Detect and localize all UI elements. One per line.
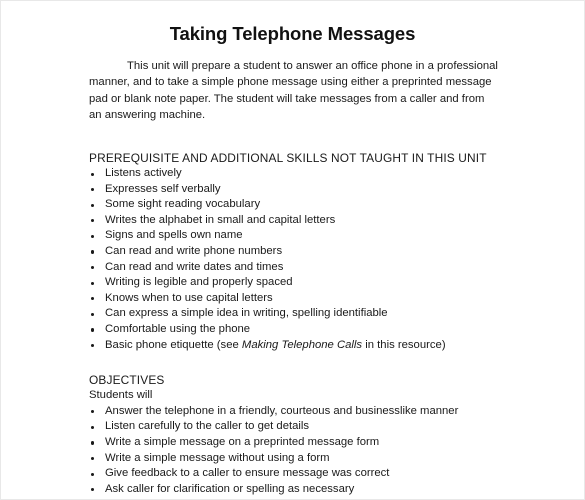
list-item: Writing is legible and properly spaced: [89, 275, 498, 291]
list-item: Answer the telephone in a friendly, cour…: [89, 404, 498, 420]
document-page: Taking Telephone Messages This unit will…: [0, 0, 585, 500]
list-item: Ask caller for clarification or spelling…: [89, 482, 498, 498]
prerequisite-skills-list: Listens actively Expresses self verbally…: [89, 166, 498, 353]
list-item: Knows when to use capital letters: [89, 291, 498, 307]
intro-paragraph: This unit will prepare a student to answ…: [89, 60, 498, 121]
list-item: Can read and write phone numbers: [89, 244, 498, 260]
reference-suffix: in this resource): [362, 338, 446, 351]
section-heading-objectives: OBJECTIVES: [89, 373, 165, 388]
list-item: Expresses self verbally: [89, 182, 498, 198]
objectives-list: Answer the telephone in a friendly, cour…: [89, 404, 498, 498]
reference-title: Making Telephone Calls: [241, 338, 363, 351]
list-item: Can express a simple idea in writing, sp…: [89, 306, 498, 322]
section-prerequisites: PREREQUISITE AND ADDITIONAL SKILLS NOT T…: [1, 150, 584, 353]
section-heading-prerequisites: PREREQUISITE AND ADDITIONAL SKILLS NOT T…: [89, 151, 487, 165]
list-item: Can read and write dates and times: [89, 260, 498, 276]
list-item: Give feedback to a caller to ensure mess…: [89, 466, 498, 482]
objectives-subnote: Students will: [89, 389, 153, 402]
section-objectives: OBJECTIVES Students will Answer the tele…: [1, 372, 584, 497]
list-item: Some sight reading vocabulary: [89, 197, 498, 213]
list-item: Comfortable using the phone: [89, 322, 498, 338]
list-item: Listens actively: [89, 166, 498, 182]
list-item: Write a simple message without using a f…: [89, 451, 498, 467]
list-item: Writes the alphabet in small and capital…: [89, 213, 498, 229]
reference-prefix: Basic phone etiquette (see: [105, 338, 242, 351]
list-item: Listen carefully to the caller to get de…: [89, 419, 498, 435]
list-item: Signs and spells own name: [89, 228, 498, 244]
list-item-with-reference: Basic phone etiquette (see Making Teleph…: [89, 338, 498, 354]
list-item: Write a simple message on a preprinted m…: [89, 435, 498, 451]
page-title: Taking Telephone Messages: [169, 23, 416, 44]
